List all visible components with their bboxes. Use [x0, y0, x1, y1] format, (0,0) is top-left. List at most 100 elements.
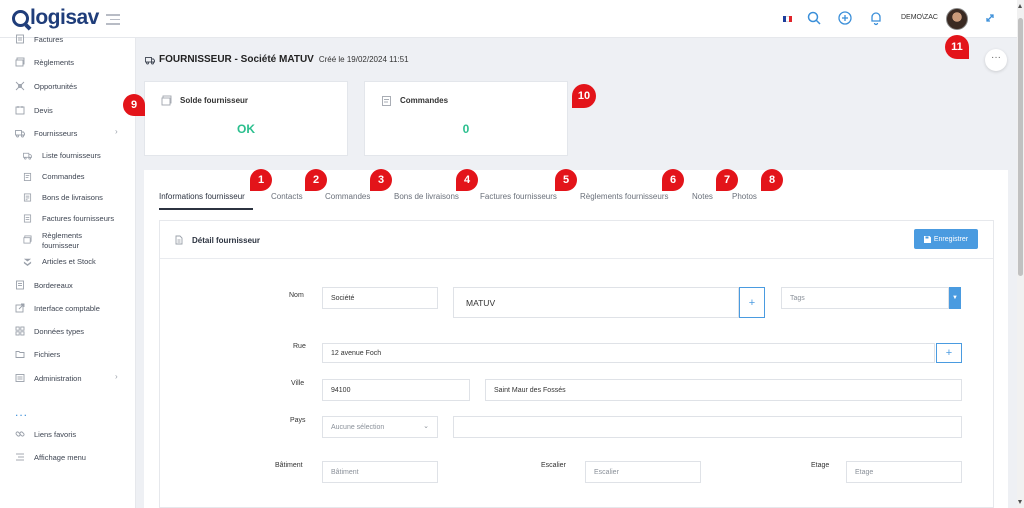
tab-bons-de-livraisons[interactable]: Bons de livraisons	[394, 192, 459, 201]
add-rue-button[interactable]: +	[936, 343, 962, 363]
banknote-icon	[15, 57, 25, 67]
page-title-text: FOURNISSEUR - Société MATUV	[159, 54, 314, 65]
invoice-icon	[23, 214, 32, 223]
sidebar-item-factures[interactable]: Factures	[15, 34, 63, 44]
nom-label: Nom	[289, 292, 304, 299]
sidebar-subitem-bons-de-livraisons[interactable]: Bons de livraisons	[23, 193, 103, 202]
sidebar-item-donnees-types[interactable]: Données types	[15, 326, 84, 336]
tab-photos[interactable]: Photos	[732, 192, 757, 201]
rue-label: Rue	[293, 343, 306, 350]
ville-field[interactable]: Saint Maur des Fossés	[485, 379, 962, 401]
menu-toggle-icon[interactable]	[106, 14, 120, 28]
external-link-icon	[15, 303, 25, 313]
card-solde-fournisseur[interactable]: Solde fournisseur OK	[144, 81, 348, 156]
sidebar-item-fichiers[interactable]: Fichiers	[15, 349, 60, 359]
annotation-badge-10: 10	[572, 84, 596, 108]
forme-juridique-field[interactable]: Société	[322, 287, 438, 309]
tags-dropdown-arrow-icon[interactable]: ▼	[949, 287, 961, 309]
sidebar-subitem-liste-fournisseurs[interactable]: Liste fournisseurs	[23, 151, 101, 160]
delivery-note-icon	[23, 193, 32, 202]
card-header: Commandes	[381, 95, 448, 106]
menu-lines-icon	[15, 452, 25, 462]
sidebar-item-interface-comptable[interactable]: Interface comptable	[15, 303, 100, 313]
clipboard-icon	[23, 172, 32, 181]
add-circle-icon[interactable]	[837, 10, 853, 26]
avatar[interactable]	[946, 8, 968, 30]
save-button[interactable]: Enregistrer	[914, 229, 978, 249]
add-nom-button[interactable]: +	[739, 287, 765, 318]
pays-select[interactable]: Aucune sélection ⌄	[322, 416, 438, 438]
language-flag-icon[interactable]	[783, 16, 792, 22]
fullscreen-icon[interactable]	[984, 12, 996, 24]
link-icon	[15, 429, 25, 439]
sidebar: Factures Règlements Opportunités Devis F…	[0, 35, 136, 508]
sidebar-item-opportunites[interactable]: Opportunités	[15, 81, 77, 91]
truck-icon	[145, 55, 155, 65]
more-dots[interactable]: ...	[15, 405, 28, 419]
chevron-right-icon[interactable]: ›	[115, 127, 118, 136]
chevron-right-icon[interactable]: ›	[115, 372, 118, 381]
annotation-badge-1: 1	[250, 169, 272, 191]
batiment-label: Bâtiment	[275, 462, 303, 469]
detail-header: Détail fournisseur	[174, 235, 260, 245]
admin-icon	[15, 373, 25, 383]
document-icon	[15, 105, 25, 115]
annotation-badge-3: 3	[370, 169, 392, 191]
page-title: FOURNISSEUR - Société MATUV Créé le 19/0…	[145, 54, 409, 65]
logo-text: logisav	[30, 6, 99, 29]
etage-field[interactable]: Etage	[846, 461, 962, 483]
rue-field[interactable]: 12 avenue Foch	[322, 343, 935, 363]
tab-commandes[interactable]: Commandes	[325, 192, 370, 201]
sidebar-subitem-factures-fournisseurs[interactable]: Factures fournisseurs	[23, 214, 114, 223]
sidebar-item-administration[interactable]: Administration	[15, 373, 82, 383]
annotation-badge-9: 9	[123, 94, 145, 116]
sidebar-item-liens-favoris[interactable]: Liens favoris	[15, 429, 76, 439]
sidebar-item-reglements[interactable]: Règlements	[15, 57, 74, 67]
code-postal-field[interactable]: 94100	[322, 379, 470, 401]
active-tab-indicator	[159, 208, 253, 210]
tags-input[interactable]: Tags	[781, 287, 949, 309]
nom-field[interactable]: MATUV	[453, 287, 739, 318]
annotation-badge-5: 5	[555, 169, 577, 191]
batiment-field[interactable]: Bâtiment	[322, 461, 438, 483]
scroll-down-arrow-icon[interactable]	[1018, 500, 1022, 504]
sidebar-subitem-reglements-fournisseur[interactable]: Règlements fournisseur	[23, 231, 102, 251]
scroll-thumb[interactable]	[1018, 18, 1023, 276]
tab-reglements-fournisseurs[interactable]: Règlements fournisseurs	[580, 192, 668, 201]
list-icon	[15, 280, 25, 290]
stock-icon	[23, 257, 32, 266]
card-commandes[interactable]: Commandes 0	[364, 81, 568, 156]
tab-informations-fournisseur[interactable]: Informations fournisseur	[159, 192, 245, 201]
escalier-field[interactable]: Escalier	[585, 461, 701, 483]
user-label[interactable]: DEMO\ZAC	[901, 14, 938, 21]
pays-detail-field[interactable]	[453, 416, 962, 438]
scrollbar[interactable]	[1017, 0, 1024, 508]
sidebar-item-bordereaux[interactable]: Bordereaux	[15, 280, 73, 290]
detail-card: Détail fournisseur Enregistrer Nom Socié…	[159, 220, 994, 508]
sidebar-item-fournisseurs[interactable]: Fournisseurs	[15, 128, 77, 138]
tab-factures-fournisseurs[interactable]: Factures fournisseurs	[480, 192, 557, 201]
sidebar-subitem-articles-et-stock[interactable]: Articles et Stock	[23, 257, 96, 266]
document-icon	[174, 235, 184, 245]
pays-label: Pays	[290, 417, 306, 424]
logo-icon	[12, 9, 29, 27]
tab-notes[interactable]: Notes	[692, 192, 713, 201]
card-value: 0	[462, 122, 470, 136]
annotation-badge-11: 11	[945, 35, 969, 59]
logo[interactable]: logisav	[12, 6, 99, 30]
bell-icon[interactable]	[868, 10, 884, 26]
chevron-down-icon: ⌄	[423, 423, 429, 430]
tab-contacts[interactable]: Contacts	[271, 192, 303, 201]
more-options-button[interactable]: ···	[985, 49, 1007, 71]
search-icon[interactable]	[806, 10, 822, 26]
sidebar-item-affichage-menu[interactable]: Affichage menu	[15, 452, 86, 462]
floppy-disk-icon	[923, 235, 931, 243]
sidebar-item-devis[interactable]: Devis	[15, 105, 53, 115]
sidebar-subitem-commandes[interactable]: Commandes	[23, 172, 85, 181]
ville-label: Ville	[291, 380, 305, 387]
scroll-up-arrow-icon[interactable]	[1018, 4, 1022, 8]
annotation-badge-7: 7	[716, 169, 738, 191]
card-value: OK	[237, 122, 255, 136]
top-bar: logisav DEMO\ZAC	[0, 0, 1017, 38]
annotation-badge-2: 2	[305, 169, 327, 191]
